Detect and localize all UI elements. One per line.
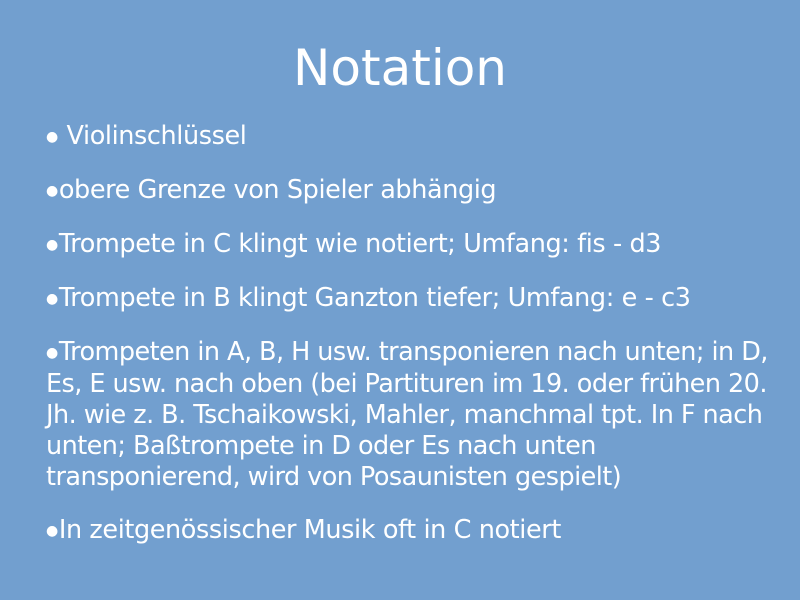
bullet-item: ●obere Grenze von Spieler abhängig [46, 175, 786, 207]
bullet-list: ● Violinschlüssel ●obere Grenze von Spie… [46, 121, 786, 547]
bullet-dot-icon: ● [46, 129, 58, 145]
bullet-dot-icon: ● [46, 237, 58, 253]
bullet-text: Trompeten in A, B, H usw. transponieren … [46, 337, 768, 492]
bullet-item: ●In zeitgenössischer Musik oft in C noti… [46, 515, 786, 547]
bullet-dot-icon: ● [46, 291, 58, 307]
slide: Notation ● Violinschlüssel ●obere Grenze… [0, 0, 800, 600]
bullet-item: ●Trompete in B klingt Ganzton tiefer; Um… [46, 283, 786, 315]
bullet-dot-icon: ● [46, 183, 58, 199]
bullet-item: ● Violinschlüssel [46, 121, 786, 153]
bullet-dot-icon: ● [46, 345, 58, 361]
bullet-text: obere Grenze von Spieler abhängig [58, 175, 497, 205]
slide-title: Notation [292, 39, 507, 97]
bullet-item: ●Trompete in C klingt wie notiert; Umfan… [46, 229, 786, 261]
bullet-text: Trompete in C klingt wie notiert; Umfang… [58, 229, 662, 259]
bullet-text: Violinschlüssel [58, 121, 247, 151]
bullet-text: In zeitgenössischer Musik oft in C notie… [58, 515, 562, 545]
bullet-dot-icon: ● [46, 523, 58, 539]
bullet-item: ●Trompeten in A, B, H usw. transponieren… [46, 337, 786, 493]
bullet-text: Trompete in B klingt Ganzton tiefer; Umf… [58, 283, 691, 313]
